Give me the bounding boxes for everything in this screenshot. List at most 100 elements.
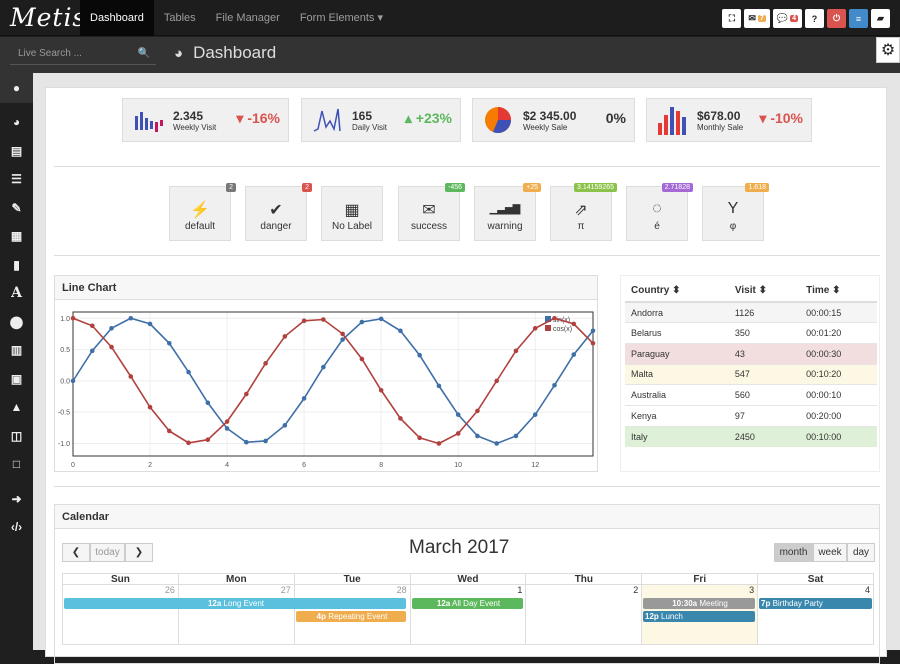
- series-point: [398, 416, 403, 421]
- next-button[interactable]: ❯: [125, 543, 153, 562]
- sign-in-icon[interactable]: ➜: [0, 485, 33, 514]
- quick-button-success[interactable]: ✉ success -456: [398, 183, 465, 241]
- table-row[interactable]: Belarus 350 00:01:20: [625, 322, 877, 344]
- warning-icon[interactable]: ▲: [0, 393, 33, 422]
- table-row[interactable]: Kenya 97 00:20:00: [625, 404, 877, 427]
- view-day-button[interactable]: day: [847, 543, 875, 562]
- series-point: [321, 364, 326, 370]
- dashboard-sidebar-icon[interactable]: ◕: [0, 108, 33, 137]
- calendar-date[interactable]: 1: [409, 585, 526, 645]
- quick-button-danger[interactable]: ✔ danger 2: [245, 183, 312, 241]
- pencil-icon[interactable]: ✎: [0, 194, 33, 223]
- sub-header: Live Search ... 🔍 ◕ Dashboard: [0, 37, 900, 73]
- col-visit[interactable]: Visit ⬍: [728, 280, 801, 303]
- series-point: [475, 408, 480, 414]
- dashboard-panel: 2.345 Weekly Visit ▾ -16% 165 Daily Visit …: [45, 87, 887, 664]
- x-tick-label: 0: [71, 462, 75, 469]
- nav-form-elements[interactable]: Form Elements ▾: [290, 0, 393, 36]
- layout-sidebar-icon[interactable]: ☰: [0, 165, 33, 194]
- file-icon[interactable]: ▮: [0, 251, 33, 280]
- event-meeting[interactable]: 10:30a Meeting: [643, 598, 755, 609]
- stat-change: ▾ -10%: [759, 110, 803, 126]
- calendar-date[interactable]: 26: [62, 585, 178, 645]
- nav-tables[interactable]: Tables: [154, 0, 206, 36]
- x-tick-label: 10: [454, 462, 462, 469]
- quick-badge: 2.71828: [661, 183, 693, 192]
- visits-table-panel: Country ⬍ Visit ⬍ Time ⬍ Andorra 1126 00:0…: [620, 275, 880, 472]
- app-logo[interactable]: Metis: [10, 3, 86, 32]
- col-time[interactable]: Time ⬍: [800, 280, 877, 303]
- map-marker-icon[interactable]: ⬤: [0, 308, 33, 337]
- bar-chart-icon[interactable]: ▥: [0, 336, 33, 365]
- series-point: [571, 352, 577, 357]
- view-month-button[interactable]: month: [774, 543, 813, 562]
- calendar-icon[interactable]: ▣: [0, 365, 33, 394]
- search-input[interactable]: Live Search ... 🔍: [10, 43, 156, 65]
- event-repeating-event[interactable]: 4p Repeating Event: [296, 611, 406, 622]
- today-button[interactable]: today: [90, 543, 125, 562]
- prev-button[interactable]: ❮: [62, 543, 90, 562]
- series-point: [70, 378, 76, 384]
- series-point: [301, 396, 307, 401]
- power-icon: ⏻: [832, 13, 841, 23]
- legend-swatch: [545, 325, 551, 331]
- series-point: [532, 325, 538, 331]
- event-lunch[interactable]: 12p Lunch: [643, 611, 755, 622]
- table-icon[interactable]: ▦: [0, 222, 33, 251]
- series-point: [513, 348, 519, 354]
- legend-label: cos(x): [553, 326, 572, 333]
- calendar-date[interactable]: 4: [757, 585, 875, 645]
- code-icon[interactable]: ‹/›: [0, 513, 33, 542]
- quick-button-phi[interactable]: Yφ 1.618: [702, 183, 769, 241]
- menu-button[interactable]: ≡: [849, 9, 868, 28]
- series-point: [70, 315, 76, 321]
- x-tick-label: 2: [148, 462, 152, 469]
- stat-weekly-sale[interactable]: $2 345.00 Weekly Sale 0%: [472, 98, 635, 142]
- table-row[interactable]: Malta 547 00:10:20: [625, 363, 877, 385]
- table-row[interactable]: Paraguay 43 00:00:30: [625, 342, 877, 365]
- x-tick-label: 6: [302, 462, 306, 469]
- event-long-event[interactable]: 12a Long Event: [64, 598, 406, 609]
- chat-button[interactable]: ▰: [871, 9, 890, 28]
- nav-dashboard[interactable]: Dashboard: [80, 0, 154, 36]
- table-row[interactable]: Andorra 1126 00:00:15: [625, 301, 877, 323]
- quick-button-warning[interactable]: ▁▃▅▇ warning +25: [474, 183, 541, 241]
- messages-button[interactable]: ✉ 7: [744, 9, 770, 28]
- stat-daily-visit[interactable]: 165 Daily Visit ▴ +23%: [301, 98, 461, 142]
- quick-label: é: [654, 221, 660, 232]
- cell-visit: 547: [728, 363, 801, 385]
- event-all-day-event[interactable]: 12a All Day Event: [412, 598, 523, 609]
- view-week-button[interactable]: week: [813, 543, 847, 562]
- y-tick-label: 0.5: [60, 347, 70, 354]
- quick-button-pi[interactable]: ⇗ π 3.14159265: [550, 183, 617, 241]
- quick-button-no-label[interactable]: ▦ No Label: [321, 186, 383, 241]
- stat-label: Monthly Sale: [697, 122, 744, 132]
- settings-gear-icon[interactable]: ⚙: [876, 37, 900, 63]
- square-icon[interactable]: □: [0, 450, 33, 479]
- table-row[interactable]: Italy 2450 00:10:00: [625, 425, 877, 447]
- col-country[interactable]: Country ⬍: [625, 280, 729, 303]
- calendar-date[interactable]: 2: [525, 585, 642, 645]
- quick-button-e[interactable]: ◌ é 2.71828: [626, 183, 693, 241]
- nav-file-manager[interactable]: File Manager: [206, 0, 290, 36]
- comments-button[interactable]: 💬 4: [772, 9, 802, 28]
- help-button[interactable]: ?: [805, 9, 824, 28]
- power-button[interactable]: ⏻: [827, 9, 846, 28]
- search-icon[interactable]: 🔍: [138, 43, 150, 65]
- table-row[interactable]: Australia 560 00:00:10: [625, 384, 877, 406]
- tables-sidebar-icon[interactable]: ▤: [0, 137, 33, 166]
- quick-button-default[interactable]: ⚡ default 2: [169, 183, 236, 241]
- stat-change: ▴ +23%: [404, 110, 452, 126]
- calendar-date[interactable]: 27: [177, 585, 294, 645]
- stat-monthly-sale[interactable]: $678.00 Monthly Sale ▾ -10%: [646, 98, 812, 142]
- quick-label: φ: [729, 221, 737, 232]
- quick-badge: 1.618: [745, 183, 769, 192]
- user-icon[interactable]: ●: [0, 73, 33, 103]
- fullscreen-button[interactable]: ⛶: [722, 9, 742, 28]
- external-link-icon: ⇗: [574, 202, 588, 219]
- columns-icon[interactable]: ◫: [0, 422, 33, 451]
- stat-weekly-visit[interactable]: 2.345 Weekly Visit ▾ -16%: [122, 98, 289, 142]
- event-birthday-party[interactable]: 7p Birthday Party: [759, 598, 872, 609]
- font-icon[interactable]: A: [0, 279, 33, 308]
- main-nav: Dashboard Tables File Manager Form Eleme…: [80, 0, 393, 36]
